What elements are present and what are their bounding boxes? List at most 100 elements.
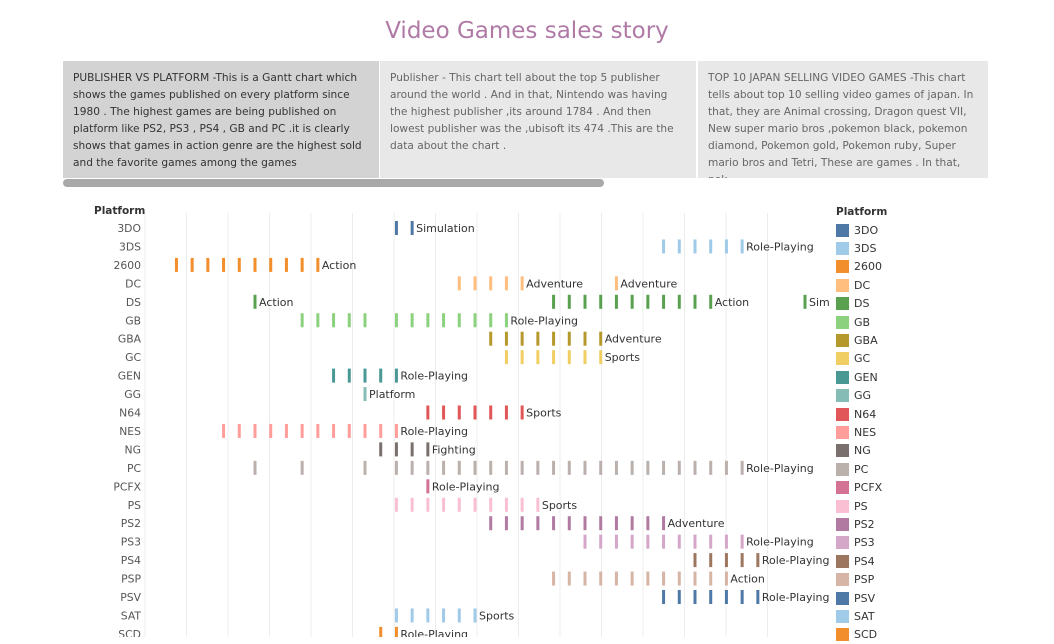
genre-label: Role-Playing [746, 240, 814, 253]
gantt-mark [583, 350, 587, 365]
gantt-mark [599, 331, 603, 346]
gantt-mark [284, 257, 288, 272]
legend-label: PSP [854, 573, 875, 587]
legend-item[interactable]: GB [836, 313, 916, 331]
legend-swatch [836, 499, 849, 513]
gantt-mark [583, 571, 587, 586]
gantt-mark [536, 331, 540, 346]
gantt-mark [662, 239, 666, 254]
genre-label: Role-Playing [746, 536, 814, 549]
row-label: GG [124, 388, 141, 401]
genre-label: Sports [526, 407, 562, 420]
genre-label: Role-Playing [762, 554, 830, 567]
row-label: PCFX [113, 480, 141, 493]
story-point-1[interactable]: PUBLISHER VS PLATFORM -This is a Gantt c… [63, 61, 379, 178]
gantt-mark [489, 276, 493, 291]
gantt-mark [394, 221, 398, 235]
legend-item[interactable]: PCFX [836, 478, 916, 496]
row-label: PS2 [121, 517, 141, 530]
gantt-mark [724, 553, 728, 568]
gantt-mark [614, 516, 618, 531]
gantt-mark [646, 534, 650, 549]
legend-label: 3DS [854, 242, 877, 256]
genre-label: Adventure [668, 517, 725, 530]
gantt-mark [237, 257, 241, 272]
legend-swatch [836, 444, 849, 458]
legend-item[interactable]: PS2 [836, 515, 916, 533]
legend-item[interactable]: SAT [836, 607, 916, 625]
gantt-mark [567, 571, 571, 586]
legend-item[interactable]: 2600 [836, 258, 916, 276]
gantt-mark [756, 553, 760, 568]
gantt-mark [662, 534, 666, 549]
legend-item[interactable]: 3DO [836, 221, 916, 239]
gantt-mark [489, 516, 493, 531]
gantt-mark [662, 571, 666, 586]
row-label: 3DO [117, 222, 141, 235]
gantt-mark [504, 350, 508, 365]
gantt-mark [473, 405, 477, 420]
gantt-mark [709, 239, 713, 254]
gantt-mark [662, 460, 666, 475]
gantt-mark [332, 313, 336, 328]
legend-item[interactable]: SCD [836, 626, 916, 644]
legend-item[interactable]: GC [836, 350, 916, 368]
legend-label: DC [854, 278, 871, 292]
gantt-mark [473, 497, 477, 512]
gantt-mark [489, 405, 493, 420]
gantt-mark [410, 497, 414, 512]
legend-item[interactable]: DC [836, 276, 916, 294]
story-point-3[interactable]: TOP 10 JAPAN SELLING VIDEO GAMES -This c… [697, 61, 988, 178]
gantt-mark [552, 331, 556, 346]
legend-item[interactable]: NG [836, 442, 916, 460]
legend-item[interactable]: PC [836, 460, 916, 478]
gantt-mark [536, 460, 540, 475]
gantt-mark [693, 460, 697, 475]
legend-item[interactable]: PS [836, 497, 916, 515]
genre-label: Action [259, 296, 293, 309]
gantt-mark [630, 460, 634, 475]
legend-label: 3DO [854, 223, 879, 237]
legend-item[interactable]: PSP [836, 570, 916, 588]
gantt-mark [583, 294, 587, 309]
legend-swatch [836, 609, 849, 623]
gantt-mark [646, 460, 650, 475]
genre-label: Fighting [432, 443, 476, 456]
story-point-2[interactable]: Publisher - This chart tell about the to… [380, 61, 696, 178]
legend-item[interactable]: N64 [836, 405, 916, 423]
gantt-mark [709, 553, 713, 568]
legend-swatch [836, 242, 849, 256]
gantt-mark [504, 497, 508, 512]
gantt-mark [457, 608, 461, 623]
legend-swatch [836, 462, 849, 476]
legend-item[interactable]: GBA [836, 331, 916, 349]
legend-item[interactable]: PSV [836, 589, 916, 607]
legend-item[interactable]: GEN [836, 368, 916, 386]
gantt-mark [426, 608, 430, 623]
gantt-mark [740, 590, 744, 604]
gantt-mark [709, 590, 713, 604]
row-label: GEN [118, 370, 141, 383]
legend-item[interactable]: PS4 [836, 552, 916, 570]
gantt-mark [473, 460, 477, 475]
legend-item[interactable]: PS3 [836, 534, 916, 552]
gantt-mark [709, 294, 713, 309]
legend-label: GB [854, 315, 871, 329]
legend-swatch [836, 536, 849, 550]
gantt-mark [253, 257, 257, 272]
legend-item[interactable]: GG [836, 387, 916, 405]
legend-item[interactable]: 3DS [836, 239, 916, 257]
gantt-mark [693, 239, 697, 254]
gantt-mark [457, 405, 461, 420]
navigator-scrollbar[interactable] [63, 179, 604, 187]
gantt-mark [222, 423, 226, 438]
gantt-mark [473, 608, 477, 623]
legend-item[interactable]: DS [836, 295, 916, 313]
legend-swatch [836, 334, 849, 348]
gantt-mark [583, 331, 587, 346]
genre-label: Simulation [416, 222, 475, 235]
gantt-mark [473, 276, 477, 291]
legend-item[interactable]: NES [836, 423, 916, 441]
legend-label: GG [854, 389, 872, 403]
gantt-mark [300, 423, 304, 438]
